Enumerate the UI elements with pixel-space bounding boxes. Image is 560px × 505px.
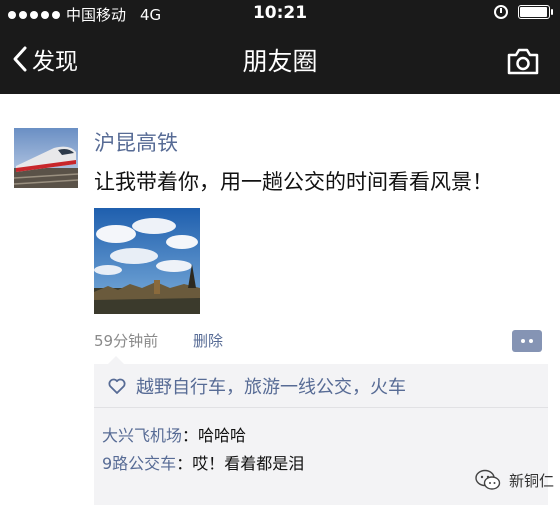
comment-separator: ： xyxy=(176,454,193,473)
wechat-logo-icon xyxy=(475,469,501,490)
moment-post: 沪昆高铁 让我带着你，用一趟公交的时间看看风景！ 59分钟前 删除 越野自行车，… xyxy=(0,94,560,505)
comment-item[interactable]: 大兴飞机场：哈哈哈 xyxy=(102,422,246,446)
battery-icon xyxy=(518,5,553,19)
battery-level xyxy=(520,7,547,17)
comment-user[interactable]: 大兴飞机场 xyxy=(102,426,182,445)
landscape-photo xyxy=(94,208,200,314)
camera-button[interactable] xyxy=(506,48,540,80)
comment-menu-button[interactable] xyxy=(512,330,542,352)
status-bar: 中国移动 4G 10:21 xyxy=(0,0,560,28)
comment-text: 哈哈哈 xyxy=(198,426,247,445)
delete-button[interactable]: 删除 xyxy=(193,330,223,351)
page-title: 朋友圈 xyxy=(242,47,318,76)
nav-bar: 发现 朋友圈 xyxy=(0,28,560,94)
watermark: 新铜仁 xyxy=(475,469,554,491)
avatar[interactable] xyxy=(14,128,78,188)
status-right xyxy=(494,5,553,19)
status-time: 10:21 xyxy=(252,3,308,23)
comment-text: 哎！看着都是泪 xyxy=(192,454,305,473)
comment-separator: ： xyxy=(182,426,199,445)
watermark-label: 新铜仁 xyxy=(508,471,554,490)
train-avatar-image xyxy=(14,128,78,188)
post-image[interactable] xyxy=(94,208,200,314)
heart-icon xyxy=(108,378,126,394)
likes-list[interactable]: 越野自行车，旅游一线公交，火车 xyxy=(136,373,406,399)
likes-row: 越野自行车，旅游一线公交，火车 xyxy=(94,364,548,408)
camera-icon xyxy=(507,48,539,75)
alarm-icon xyxy=(494,5,508,19)
comment-user[interactable]: 9路公交车 xyxy=(102,454,176,473)
post-time: 59分钟前 xyxy=(94,332,159,350)
comment-item[interactable]: 9路公交车：哎！看着都是泪 xyxy=(102,450,304,474)
post-text: 让我带着你，用一趟公交的时间看看风景！ xyxy=(94,170,493,194)
post-username[interactable]: 沪昆高铁 xyxy=(94,127,178,157)
